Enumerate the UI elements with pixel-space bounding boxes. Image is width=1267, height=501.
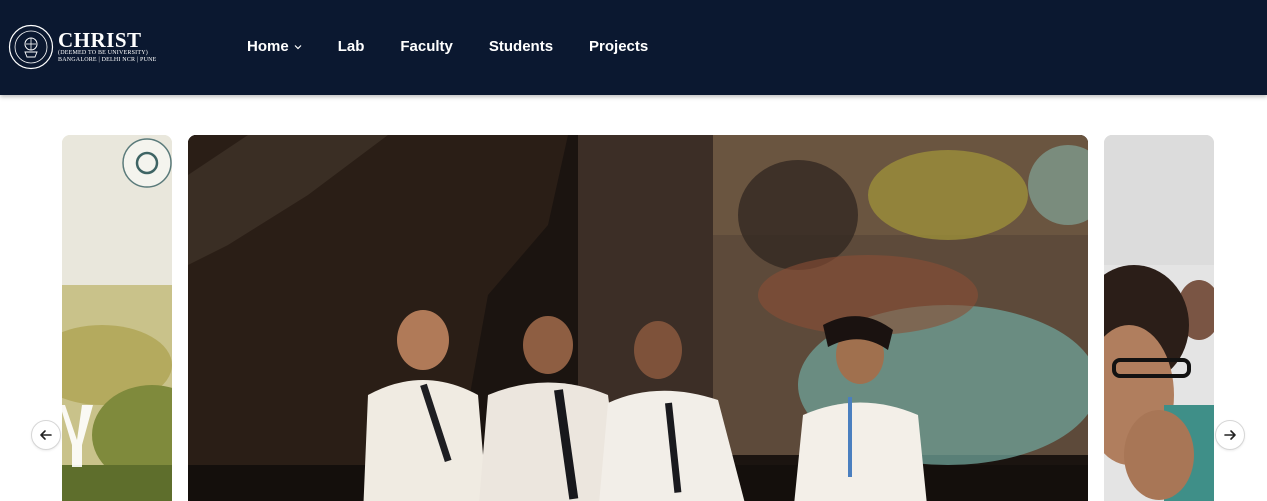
nav-item-home-label: Home [247, 38, 289, 55]
arrow-left-icon [40, 430, 52, 440]
slide-photo-previous [62, 135, 172, 501]
chevron-down-icon [294, 45, 302, 50]
university-seal-icon [8, 24, 54, 70]
carousel-slide-previous[interactable] [62, 135, 172, 501]
nav-item-students[interactable]: Students [489, 38, 553, 56]
nav-item-projects[interactable]: Projects [589, 38, 648, 56]
brand-subtitle: (DEEMED TO BE UNIVERSITY) [58, 50, 148, 56]
nav-item-faculty-label: Faculty [400, 38, 453, 55]
nav-item-home[interactable]: Home [247, 38, 302, 56]
nav-item-lab-label: Lab [337, 38, 365, 55]
slide-photo-next [1104, 135, 1214, 501]
top-navbar: CHRIST (DEEMED TO BE UNIVERSITY) BANGALO… [0, 0, 1267, 95]
slide-photo-current [188, 135, 1088, 501]
university-logo[interactable]: CHRIST (DEEMED TO BE UNIVERSITY) BANGALO… [8, 24, 157, 70]
arrow-right-icon [1224, 430, 1236, 440]
nav-item-students-label: Students [488, 38, 554, 55]
carousel-slide-current[interactable] [188, 135, 1088, 501]
carousel-prev-button[interactable] [31, 420, 61, 450]
brand-name: CHRIST [58, 28, 142, 52]
image-carousel [0, 95, 1267, 501]
main-menu: Home Lab Faculty Students Projects [247, 38, 684, 56]
carousel-slide-next[interactable] [1104, 135, 1214, 501]
nav-item-faculty[interactable]: Faculty [400, 38, 453, 56]
nav-item-lab[interactable]: Lab [338, 38, 365, 56]
nav-item-projects-label: Projects [589, 38, 649, 55]
brand-campuses: BANGALORE | DELHI NCR | PUNE [58, 57, 157, 63]
carousel-next-button[interactable] [1215, 420, 1245, 450]
